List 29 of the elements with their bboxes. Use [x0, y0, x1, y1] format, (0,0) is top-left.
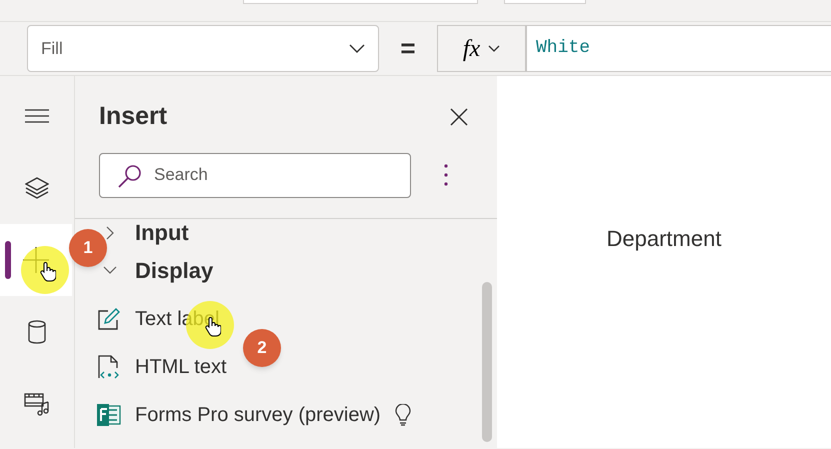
scrollbar[interactable] [482, 282, 492, 442]
edit-icon [98, 308, 120, 330]
lightbulb-icon [394, 404, 411, 426]
code-file-icon [98, 354, 120, 378]
more-options-icon[interactable] [443, 163, 449, 187]
category-label[interactable]: Display [135, 254, 214, 287]
step-badge: 1 [69, 229, 107, 267]
menu-icon [25, 109, 49, 123]
category-label[interactable]: Input [135, 216, 189, 249]
insert-item[interactable]: Forms Pro survey (preview) [97, 390, 411, 438]
fx-button[interactable]: fx [437, 25, 526, 72]
canvas-label[interactable]: Department [606, 222, 722, 252]
equals-sign: = [399, 32, 417, 65]
search-field[interactable]: Search [99, 152, 411, 198]
step-badge: 2 [243, 329, 281, 367]
formula-field[interactable]: White [526, 25, 831, 72]
hand-cursor-icon [40, 262, 56, 282]
layers-icon [25, 177, 49, 199]
chevron-down-icon[interactable] [103, 266, 117, 275]
insert-item[interactable]: HTML text [97, 342, 226, 390]
database-icon [27, 320, 47, 344]
forms-app-icon [97, 404, 121, 426]
property-dropdown[interactable]: Fill [27, 25, 379, 72]
chevron-down-icon [488, 44, 500, 52]
close-icon[interactable] [449, 106, 469, 127]
film-music-icon [24, 392, 50, 416]
search-icon [117, 162, 143, 188]
panel-title: Insert [99, 101, 168, 132]
chevron-down-icon [349, 44, 365, 54]
